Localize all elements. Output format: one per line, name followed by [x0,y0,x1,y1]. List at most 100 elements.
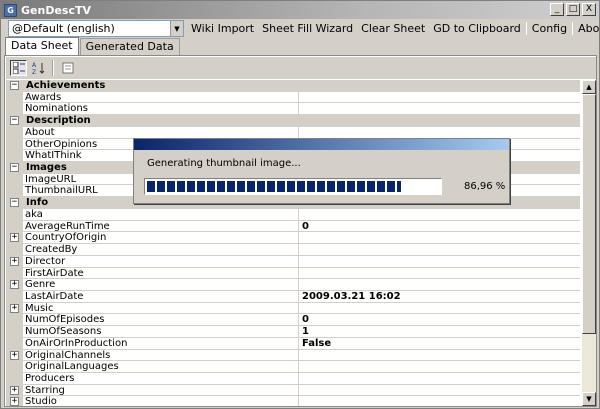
tab-generated-data[interactable]: Generated Data [79,38,180,55]
dialog-title-bar[interactable] [134,139,509,150]
wiki-import-button[interactable]: Wiki Import [187,20,258,37]
row-gutter: − [6,197,23,209]
expand-icon[interactable]: + [10,397,19,406]
property-row[interactable]: NumOfSeasons 1 [6,326,580,338]
property-row[interactable]: LastAirDate 2009.03.21 16:02 [6,290,580,303]
property-value[interactable] [299,350,580,362]
vertical-scrollbar[interactable]: ▲ ▼ [582,80,596,406]
property-name: NumOfSeasons [23,326,299,338]
property-name: FirstAirDate [23,267,299,280]
property-value[interactable] [299,256,580,268]
property-value[interactable]: 0 [299,221,580,233]
profile-select[interactable]: @Default (english) ▼ [8,20,184,37]
row-gutter [6,290,23,303]
expand-icon[interactable]: + [10,233,19,243]
category-row[interactable]: − Achievements [6,80,580,92]
scrollbar-thumb[interactable] [582,94,596,334]
tab-data-sheet[interactable]: Data Sheet [5,37,79,55]
property-row[interactable]: CreatedBy [6,244,580,256]
property-name: Director [23,255,299,268]
row-gutter: + [6,302,23,315]
progress-percent: 86,96 % [464,181,506,192]
progress-dialog: Generating thumbnail image... 86,96 % [133,138,510,204]
property-value[interactable] [299,103,580,116]
clear-sheet-button[interactable]: Clear Sheet [357,20,429,37]
collapse-icon[interactable]: − [10,81,19,90]
category-row[interactable]: − Description [6,115,580,127]
property-row[interactable]: + Genre [6,279,580,291]
property-row[interactable]: + Starring [6,384,580,397]
property-row[interactable]: + Studio [6,396,580,406]
property-row[interactable]: + Music [6,302,580,315]
alphabetical-sort-icon[interactable]: AZ [30,60,47,76]
property-value[interactable]: False [299,338,580,350]
property-value[interactable] [299,279,580,291]
scroll-up-icon[interactable]: ▲ [582,80,596,94]
expand-icon[interactable]: + [10,385,19,395]
property-row[interactable]: aka [6,208,580,221]
property-name: aka [23,208,299,221]
row-gutter [6,361,23,373]
close-button[interactable]: X [582,3,596,16]
row-gutter [6,126,23,139]
property-value[interactable] [299,303,580,315]
property-row[interactable]: + CountryOfOrigin [6,232,580,245]
gd-to-clipboard-button[interactable]: GD to Clipboard [429,20,525,37]
property-row[interactable]: OriginalLanguages [6,361,580,373]
property-value[interactable] [299,127,580,139]
property-value[interactable] [299,232,580,245]
property-row[interactable]: + OriginalChannels [6,349,580,362]
minimize-button[interactable]: _ [550,3,564,16]
expand-icon[interactable]: + [10,280,19,290]
scroll-down-icon[interactable]: ▼ [582,392,596,406]
collapse-icon[interactable]: − [10,116,19,126]
property-value[interactable] [299,268,580,280]
property-pages-icon[interactable] [59,60,76,76]
property-value[interactable] [299,385,580,397]
row-gutter [6,138,23,151]
row-gutter: + [6,279,23,291]
chevron-down-icon[interactable]: ▼ [170,21,183,36]
property-row[interactable]: + Director [6,255,580,268]
property-value[interactable]: 2009.03.21 16:02 [299,291,580,303]
maximize-button[interactable]: □ [566,3,580,16]
menu-separator [572,22,574,35]
category-label: Achievements [26,80,106,91]
toolbar: @Default (english) ▼ Wiki Import Sheet F… [2,20,600,38]
property-row[interactable]: OnAirOrInProduction False [6,337,580,350]
window-title: GenDescTV [21,3,91,17]
config-button[interactable]: Config [528,20,571,37]
about-button[interactable]: About [574,20,600,37]
property-name: AverageRunTime [23,220,299,233]
expand-icon[interactable]: + [10,350,19,360]
property-row[interactable]: About [6,126,580,139]
sheet-fill-wizard-button[interactable]: Sheet Fill Wizard [258,20,357,37]
collapse-icon[interactable]: − [10,163,19,173]
property-row[interactable]: NumOfEpisodes 0 [6,314,580,327]
property-row[interactable]: Producers [6,372,580,385]
categorized-view-icon[interactable] [10,60,27,76]
data-sheet-panel: AZ − Achievements Awards Nominations − Descri… [4,55,597,407]
row-gutter: + [6,255,23,268]
property-value[interactable] [299,244,580,256]
progress-bar [144,178,442,195]
property-row[interactable]: AverageRunTime 0 [6,220,580,233]
property-row[interactable]: FirstAirDate [6,267,580,280]
row-gutter [6,267,23,280]
expand-icon[interactable]: + [10,256,19,266]
property-value[interactable] [299,209,580,221]
expand-icon[interactable]: + [10,303,19,313]
property-value[interactable]: 1 [299,326,580,338]
property-value[interactable] [299,396,580,406]
property-value[interactable] [299,373,580,385]
title-bar[interactable]: G GenDescTV _ □ X [1,1,599,19]
app-icon: G [4,3,17,17]
row-gutter [6,208,23,221]
property-row[interactable]: Awards [6,91,580,104]
property-value[interactable] [299,361,580,373]
property-value[interactable] [299,92,580,104]
property-row[interactable]: Nominations [6,103,580,116]
property-grid: − Achievements Awards Nominations − Descripti… [6,80,580,406]
collapse-icon[interactable]: − [10,198,19,208]
property-value[interactable]: 0 [299,314,580,327]
